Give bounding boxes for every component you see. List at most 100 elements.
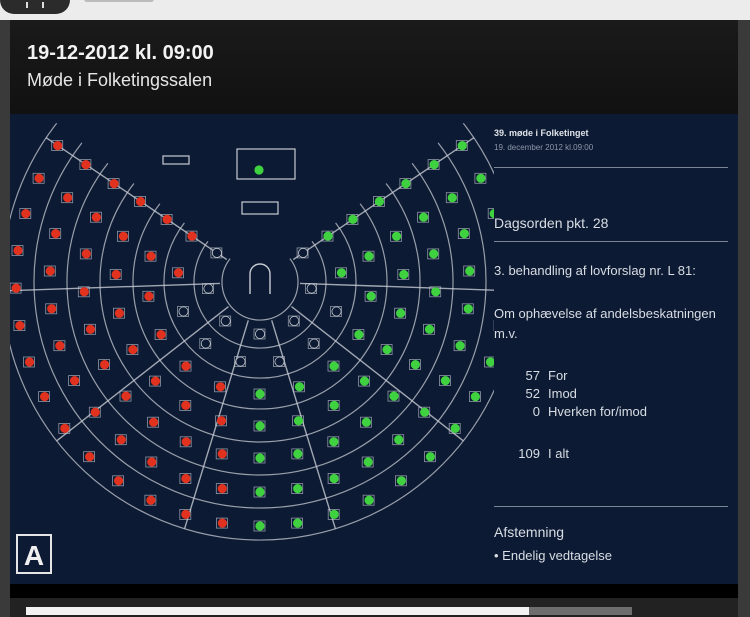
seat-against bbox=[100, 360, 110, 370]
seat-for bbox=[419, 212, 429, 222]
seat-for bbox=[329, 400, 339, 410]
seat-for bbox=[366, 291, 376, 301]
meeting-date: 19. december 2012 kl.09:00 bbox=[494, 143, 594, 152]
vote-count: 57 bbox=[525, 368, 540, 383]
seat-against bbox=[11, 283, 21, 293]
progress-fill bbox=[26, 607, 529, 615]
vote-type: • Endelig vedtagelse bbox=[494, 548, 613, 563]
seat-for bbox=[329, 361, 339, 371]
seat-against bbox=[114, 476, 124, 486]
vote-count: 0 bbox=[532, 404, 540, 419]
vote-label: Hverken for/imod bbox=[548, 404, 647, 419]
seat-for bbox=[359, 376, 370, 386]
vote-row-for: 57 For bbox=[494, 368, 568, 383]
broadcast-location: Møde i Folketingssalen bbox=[27, 70, 213, 90]
seat-against bbox=[156, 330, 166, 340]
seat-empty bbox=[289, 315, 300, 326]
seat-for bbox=[457, 141, 467, 151]
pause-icon bbox=[26, 2, 44, 8]
seat-against bbox=[40, 392, 50, 402]
seat-against bbox=[81, 160, 91, 170]
seat-for bbox=[329, 473, 339, 484]
seat-against bbox=[149, 417, 159, 427]
seat-for bbox=[465, 266, 475, 276]
seat-against bbox=[63, 193, 73, 203]
clerk-desk bbox=[241, 201, 279, 215]
seat-empty bbox=[178, 306, 189, 317]
pause-button[interactable] bbox=[0, 0, 70, 14]
reading-title: 3. behandling af lovforslag nr. L 81: bbox=[494, 263, 696, 278]
seat-for bbox=[336, 268, 347, 278]
seat-empty bbox=[309, 338, 320, 349]
seat-against bbox=[91, 212, 101, 222]
agenda-item: Dagsorden pkt. 28 bbox=[494, 215, 609, 231]
vote-row-abstain: 0 Hverken for/imod bbox=[494, 404, 647, 419]
seat-against bbox=[144, 291, 154, 301]
seat-for bbox=[255, 453, 265, 463]
seat-for bbox=[374, 196, 384, 207]
seat-against bbox=[85, 324, 96, 334]
seat-against bbox=[85, 452, 95, 462]
lectern bbox=[249, 263, 271, 294]
hall-aisle bbox=[45, 137, 228, 261]
broadcast-header: 19-12-2012 kl. 09:00 Møde i Folketingssa… bbox=[10, 20, 738, 114]
parliament-seating-chart bbox=[10, 122, 494, 541]
seat-against bbox=[146, 495, 156, 505]
seat-for bbox=[293, 484, 303, 494]
progress-bar[interactable] bbox=[26, 607, 632, 615]
seat-for bbox=[255, 487, 265, 497]
seat-for bbox=[348, 214, 358, 224]
seat-against bbox=[70, 376, 80, 386]
seat-for bbox=[429, 249, 439, 259]
seat-for bbox=[476, 173, 486, 183]
vote-label: For bbox=[548, 368, 568, 383]
minister-bench bbox=[162, 155, 190, 165]
seat-against bbox=[128, 345, 138, 355]
seat-for bbox=[396, 476, 406, 486]
seat-for bbox=[440, 376, 450, 386]
seat-for bbox=[382, 345, 392, 355]
seat-against bbox=[217, 518, 227, 528]
seat-for bbox=[293, 416, 304, 426]
seat-against bbox=[53, 141, 63, 151]
seat-for bbox=[361, 417, 371, 427]
seat-against bbox=[21, 209, 31, 219]
vote-count: 52 bbox=[525, 386, 540, 401]
seat-against bbox=[45, 266, 55, 276]
seat-against bbox=[173, 268, 184, 278]
hall-wall-arc bbox=[163, 222, 357, 379]
seat-for bbox=[450, 423, 460, 433]
seat-against bbox=[181, 400, 191, 410]
vote-count: 109 bbox=[518, 446, 540, 461]
seat-for bbox=[354, 330, 364, 340]
seat-for bbox=[431, 287, 441, 297]
seat-for bbox=[323, 231, 333, 241]
vote-label: Imod bbox=[548, 386, 577, 401]
seat-for bbox=[364, 251, 374, 261]
seat-against bbox=[47, 304, 57, 314]
seat-against bbox=[136, 196, 146, 207]
seat-for bbox=[293, 518, 303, 528]
seat-against bbox=[150, 376, 161, 386]
seat-for bbox=[396, 308, 406, 318]
vote-row-against: 52 Imod bbox=[494, 386, 577, 401]
seat-against bbox=[24, 357, 35, 367]
seat-empty bbox=[331, 306, 342, 317]
seat-for bbox=[420, 407, 430, 417]
meeting-title: 39. møde i Folketinget bbox=[494, 128, 589, 138]
seat-for bbox=[424, 324, 435, 334]
seat-for bbox=[447, 193, 457, 203]
seat-against bbox=[162, 214, 172, 224]
hall-aisle bbox=[10, 282, 221, 292]
seat-empty bbox=[306, 283, 317, 294]
browser-topbar bbox=[0, 0, 750, 20]
seat-against bbox=[109, 179, 119, 189]
seat-for bbox=[455, 341, 465, 351]
seat-for bbox=[255, 421, 265, 431]
seat-for bbox=[429, 160, 439, 170]
vote-info-panel: 39. møde i Folketinget 19. december 2012… bbox=[494, 114, 738, 584]
hall-aisle bbox=[299, 282, 494, 291]
bill-subject: Om ophævelse af andelsbeskatningen m.v. bbox=[494, 306, 716, 341]
seat-for bbox=[255, 389, 265, 399]
broadcast-date: 19-12-2012 kl. 09:00 bbox=[27, 42, 214, 64]
